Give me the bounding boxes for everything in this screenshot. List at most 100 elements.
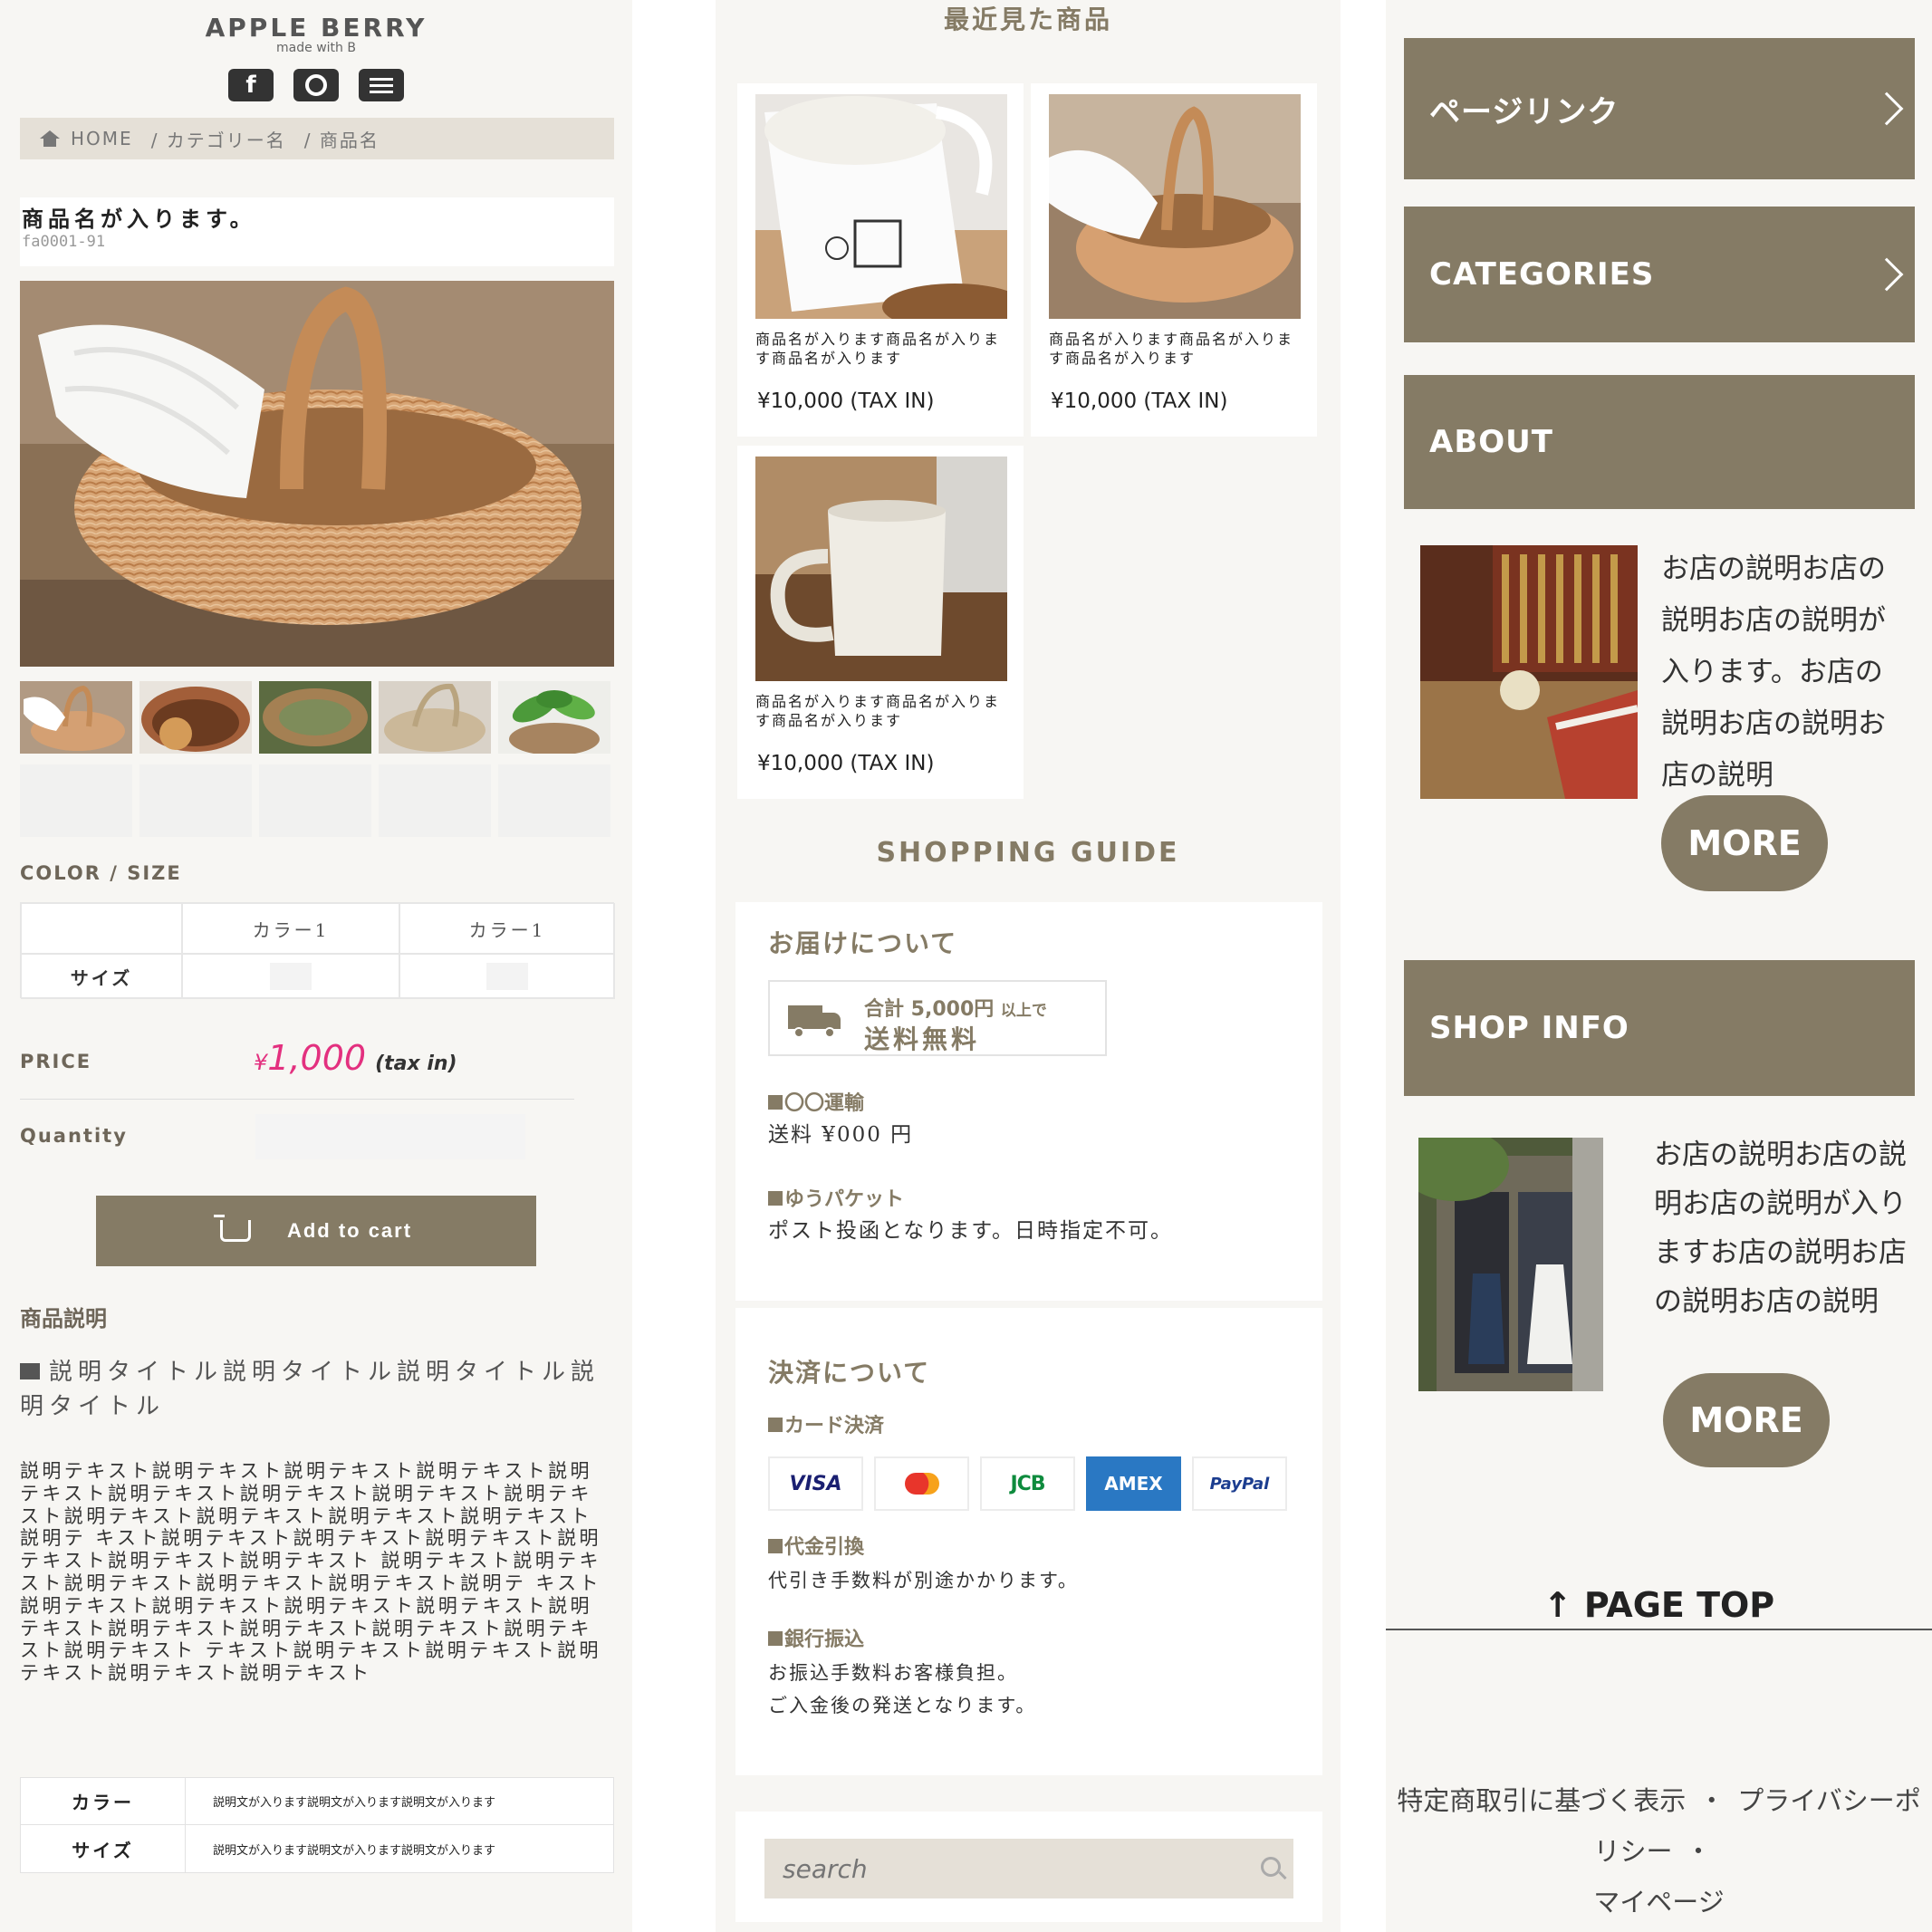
add-to-cart-button[interactable]: Add to cart: [96, 1196, 536, 1266]
description-text: 説明テキスト説明テキスト説明テキスト説明テキスト説明テキスト説明テキスト説明テキ…: [20, 1460, 601, 1685]
spec-value: 説明文が入ります説明文が入ります説明文が入ります: [213, 1843, 496, 1858]
price-tax: (tax in): [375, 1053, 457, 1075]
carrier-text: 送料 ¥000 円: [768, 1123, 914, 1147]
search-box: [735, 1812, 1322, 1922]
sidebar-item-page-links[interactable]: ページリンク: [1404, 38, 1915, 179]
quantity-label: Quantity: [20, 1125, 128, 1147]
sidebar-item-label: ページリンク: [1429, 93, 1620, 130]
paypal-icon: PayPal: [1192, 1456, 1287, 1511]
square-bullet-icon: [20, 1363, 40, 1379]
thumbnail-basket-green[interactable]: [259, 681, 371, 754]
shopping-guide-heading: SHOPPING GUIDE: [876, 837, 1180, 869]
about-text: お店の説明お店の説明お店の説明が入ります。お店の説明お店の説明お店の説明: [1661, 553, 1886, 792]
recent-item-card[interactable]: 商品名が入ります商品名が入ります商品名が入ります ¥10,000 (TAX IN…: [737, 83, 1024, 437]
about-more-button[interactable]: MORE: [1661, 795, 1828, 891]
product-detail-panel: APPLE BERRY made with B f HOME / カテゴリー名 …: [0, 0, 632, 1932]
breadcrumb-product: / 商品名: [303, 129, 380, 151]
shop-info-more-button[interactable]: MORE: [1663, 1373, 1830, 1467]
search-input[interactable]: [764, 1839, 1293, 1898]
thumbnail-basket-bread[interactable]: [139, 681, 252, 754]
color-size-label: COLOR / SIZE: [20, 862, 182, 884]
footer-link-mypage[interactable]: マイページ: [1593, 1887, 1724, 1918]
product-code: fa0001-91: [22, 233, 106, 251]
recent-item-price: ¥10,000 (TAX IN): [757, 752, 935, 775]
sidebar-item-categories[interactable]: CATEGORIES: [1404, 207, 1915, 342]
bank-transfer-text: ご入金後の発送となります。: [768, 1695, 1037, 1716]
spec-table: カラー 説明文が入ります説明文が入ります説明文が入ります サイズ 説明文が入りま…: [20, 1777, 614, 1873]
recent-item-card[interactable]: 商品名が入ります商品名が入ります商品名が入ります ¥10,000 (TAX IN…: [1031, 83, 1317, 437]
quantity-input[interactable]: [255, 1114, 525, 1159]
shop-info-text: お店の説明お店の説明お店の説明が入りますお店の説明お店の説明お店の説明: [1654, 1139, 1907, 1318]
carrier-text: ポスト投函となります。日時指定不可。: [768, 1219, 1174, 1243]
sidebar-item-shop-info[interactable]: SHOP INFO: [1404, 960, 1915, 1096]
search-icon[interactable]: [1261, 1857, 1281, 1877]
recent-item-image[interactable]: [755, 457, 1007, 681]
separator: ・: [1698, 1785, 1725, 1816]
thumbnail-plant[interactable]: [498, 681, 610, 754]
free-shipping-banner: 合計 5,000円 以上で 送料無料: [768, 980, 1107, 1056]
breadcrumb-home[interactable]: HOME: [71, 128, 133, 149]
payment-section: 決済について カード決済 VISA JCB AMEX PayPal 代金引換 代…: [735, 1308, 1322, 1775]
blog-icon[interactable]: [359, 69, 404, 101]
recent-item-price: ¥10,000 (TAX IN): [1051, 389, 1228, 413]
card-payment-label: カード決済: [768, 1409, 884, 1438]
recent-item-card[interactable]: 商品名が入ります商品名が入ります商品名が入ります ¥10,000 (TAX IN…: [737, 446, 1024, 799]
product-main-image[interactable]: [20, 281, 614, 667]
payment-card-logos: VISA JCB AMEX PayPal: [768, 1456, 1287, 1511]
mastercard-icon: [874, 1456, 969, 1511]
instagram-icon[interactable]: [293, 69, 339, 101]
carrier-label: 〇〇運輸: [768, 1087, 864, 1116]
breadcrumb-category[interactable]: / カテゴリー名: [151, 126, 286, 152]
product-title-box: 商品名が入ります。 fa0001-91: [20, 197, 614, 266]
recent-item-image[interactable]: [755, 94, 1007, 319]
amex-icon: AMEX: [1086, 1456, 1181, 1511]
thumbnail-basket-white[interactable]: [379, 681, 491, 754]
recent-item-image[interactable]: [1049, 94, 1301, 319]
thumbnail-basket-towel[interactable]: [20, 681, 132, 754]
footer-link-legal[interactable]: 特定商取引に基づく表示: [1397, 1785, 1686, 1816]
variant-select-cell[interactable]: [182, 954, 399, 999]
recent-item-name[interactable]: 商品名が入ります商品名が入ります商品名が入ります: [755, 692, 1009, 730]
brand-logo[interactable]: APPLE BERRY made with B: [0, 13, 632, 55]
footer-links: 特定商取引に基づく表示・プライバシーポリシー・ マイページ: [1386, 1775, 1932, 1927]
sidebar-item-about[interactable]: ABOUT: [1404, 375, 1915, 509]
separator: ・: [1685, 1836, 1712, 1867]
price-label: PRICE: [20, 1051, 92, 1072]
recent-items-heading: 最近見た商品: [943, 5, 1112, 34]
chevron-right-icon: [1870, 91, 1904, 126]
color-header: カラー1: [399, 903, 615, 954]
price-currency: ¥: [254, 1050, 268, 1075]
price-amount: 1,000: [267, 1038, 367, 1078]
empty-thumbnail: [379, 764, 491, 837]
free-shipping-threshold: 合計 5,000円 以上で: [864, 998, 1047, 1021]
delivery-title: お届けについて: [768, 928, 958, 958]
sidebar-item-label: ABOUT: [1429, 424, 1553, 460]
carrier-label: ゆうパケット: [768, 1183, 904, 1212]
brand-name: APPLE BERRY: [205, 13, 428, 43]
spec-row: カラー 説明文が入ります説明文が入ります説明文が入ります: [21, 1778, 613, 1825]
home-icon[interactable]: [40, 130, 60, 147]
cart-icon: [213, 1215, 251, 1242]
color-header: カラー1: [182, 903, 399, 954]
spec-row: サイズ 説明文が入ります説明文が入ります説明文が入ります: [21, 1825, 613, 1872]
breadcrumb: HOME / カテゴリー名 / 商品名: [20, 118, 614, 159]
empty-thumbnail: [20, 764, 132, 837]
variant-select-cell[interactable]: [399, 954, 615, 999]
sidebar-item-label: SHOP INFO: [1429, 1010, 1629, 1046]
bank-transfer-label: 銀行振込: [768, 1623, 864, 1652]
price-row: PRICE ¥1,000 (tax in): [20, 1031, 574, 1100]
page-top-link[interactable]: ↑ PAGE TOP: [1386, 1585, 1932, 1625]
empty-thumbnail-slots: [20, 764, 610, 837]
free-shipping-label: 送料無料: [864, 1024, 981, 1054]
divider: [1386, 1629, 1932, 1630]
description-title: 説明タイトル説明タイトル説明タイトル説明タイトル: [20, 1359, 601, 1420]
guide-panel: 最近見た商品 商品名が入ります商品名が入ります商品名が入ります ¥10,000 …: [716, 0, 1341, 1932]
product-title: 商品名が入ります。: [22, 206, 256, 232]
chevron-right-icon: [1870, 257, 1904, 292]
recent-item-name[interactable]: 商品名が入ります商品名が入ります商品名が入ります: [1049, 330, 1302, 368]
facebook-icon[interactable]: f: [228, 69, 274, 101]
description-heading: 商品説明: [20, 1305, 107, 1331]
table-corner-cell: [21, 903, 182, 954]
add-to-cart-label: Add to cart: [286, 1219, 413, 1242]
recent-item-name[interactable]: 商品名が入ります商品名が入ります商品名が入ります: [755, 330, 1009, 368]
